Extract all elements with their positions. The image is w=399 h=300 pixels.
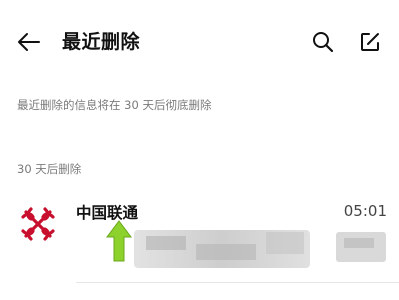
- edit-icon: [361, 33, 379, 51]
- app-header: 最近删除: [0, 0, 399, 84]
- edit-button[interactable]: [355, 27, 385, 57]
- search-icon: [313, 32, 334, 53]
- recently-deleted-screen: 最近删除 最近删除的信息将在 30 天后彻底删除 30 天后删除 中国联通 05…: [0, 0, 399, 300]
- message-row[interactable]: 中国联通 05:01: [0, 188, 399, 284]
- message-time: 05:01: [343, 202, 387, 220]
- back-arrow-icon: [18, 33, 40, 51]
- row-divider: [76, 282, 399, 283]
- back-button[interactable]: [14, 28, 44, 56]
- section-header: 30 天后删除: [17, 162, 82, 176]
- page-title: 最近删除: [62, 31, 141, 53]
- search-button[interactable]: [308, 27, 338, 57]
- deletion-notice: 最近删除的信息将在 30 天后彻底删除: [17, 98, 212, 112]
- china-unicom-logo: [18, 204, 58, 244]
- up-arrow-icon: [106, 220, 132, 262]
